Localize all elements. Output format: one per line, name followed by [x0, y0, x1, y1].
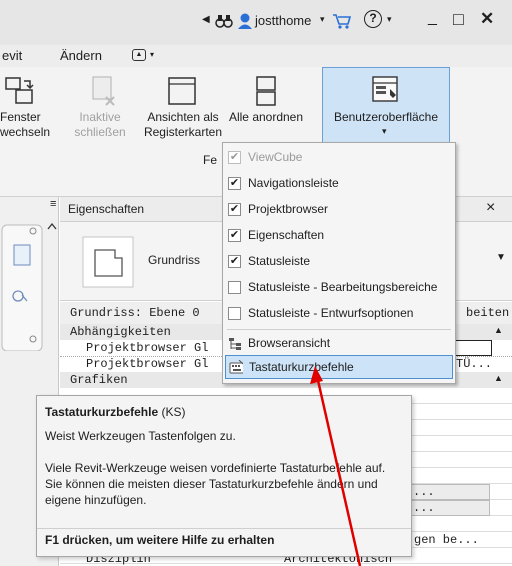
property-value-button[interactable]: ...	[410, 500, 490, 516]
tooltip-title-line: Tastaturkurzbefehle (KS)	[45, 404, 401, 420]
checkbox-unchecked-icon[interactable]	[228, 281, 241, 294]
tab-views-icon[interactable]	[166, 75, 198, 107]
maximize-button[interactable]: □	[453, 9, 464, 30]
checkbox-checked-icon[interactable]: ✔	[228, 151, 241, 164]
group-label-constraints: Abhängigkeiten	[70, 325, 171, 339]
menu-item-label: Statusleiste - Entwurfsoptionen	[248, 306, 414, 320]
menu-item-browseransicht[interactable]: Browseransicht	[223, 332, 455, 357]
tooltip-paragraph: Viele Revit-Werkzeuge weisen vordefinier…	[45, 461, 386, 507]
menu-item-label: Statusleiste	[248, 254, 311, 268]
menu-item-label: Tastaturkurzbefehle	[249, 360, 354, 374]
tooltip: Tastaturkurzbefehle (KS) Weist Werkzeuge…	[36, 395, 412, 557]
caret-left-icon[interactable]: ◀	[202, 14, 210, 25]
tooltip-separator	[37, 528, 411, 529]
user-name[interactable]: jostthome	[255, 13, 311, 28]
help-icon[interactable]: ?	[364, 10, 382, 28]
property-value-button[interactable]: ...	[410, 484, 490, 500]
property-value[interactable]: gen be...	[414, 533, 479, 547]
tooltip-help-hint: F1 drücken, um weitere Hilfe zu erhalten	[45, 533, 275, 547]
checkbox-unchecked-icon[interactable]	[228, 307, 241, 320]
menu-item-eigenschaften[interactable]: ✔ Eigenschaften	[223, 224, 455, 249]
menu-item-statusleiste[interactable]: ✔ Statusleiste	[223, 250, 455, 275]
type-name: Grundriss	[148, 253, 201, 267]
menu-separator	[227, 329, 451, 330]
close-inactive-icon	[92, 76, 115, 106]
checkbox-checked-icon[interactable]: ✔	[228, 203, 241, 216]
menu-item-label: ViewCube	[248, 150, 303, 164]
menu-item-projektbrowser[interactable]: ✔ Projektbrowser	[223, 198, 455, 223]
collapse-icon[interactable]: ▲	[494, 325, 503, 335]
checkbox-checked-icon[interactable]: ✔	[228, 255, 241, 268]
menu-item-label: Statusleiste - Bearbeitungsbereiche	[248, 280, 438, 294]
ribbon-panel-label: Fe	[203, 153, 218, 167]
edit-type-fragment[interactable]: beiten	[466, 306, 509, 320]
menu-item-label: Navigationsleiste	[248, 176, 339, 190]
checkbox-checked-icon[interactable]: ✔	[228, 229, 241, 242]
user-interface-dropdown-menu: ✔ ViewCube ✔ Navigationsleiste ✔ Projekt…	[222, 142, 456, 384]
instance-label: Grundriss: Ebene 0	[70, 306, 200, 320]
browser-tree-icon	[229, 338, 241, 350]
menu-item-tastaturkurzbefehle[interactable]: Tastaturkurzbefehle	[225, 355, 453, 379]
panel-toggle-dropdown-icon[interactable]: ▾	[150, 50, 154, 59]
tooltip-title: Tastaturkurzbefehle	[45, 405, 159, 419]
tile-views-label[interactable]: Alle anordnen	[226, 110, 306, 125]
menu-item-statusleiste-bearbeitungsbereiche[interactable]: Statusleiste - Bearbeitungsbereiche	[223, 276, 455, 301]
collapse-icon[interactable]: ▲	[494, 373, 503, 383]
property-value[interactable]: TÜ...	[456, 357, 492, 371]
tile-views-icon[interactable]	[255, 75, 277, 107]
close-inactive-label: Inaktive schließen	[74, 110, 126, 139]
help-dropdown-icon[interactable]: ▾	[387, 14, 392, 25]
menu-item-label: Eigenschaften	[248, 228, 325, 242]
group-label-graphics: Grafiken	[70, 373, 128, 387]
keyboard-icon	[229, 360, 243, 374]
properties-title: Eigenschaften	[68, 202, 145, 216]
property-label: Projektbrowser Gl	[86, 341, 209, 355]
title-bar: ◀ jostthome ▾ ? ▾ _ □ ✕	[0, 0, 512, 45]
floor-plan-type-icon	[82, 236, 134, 288]
type-dropdown-icon[interactable]: ▼	[496, 252, 506, 263]
menu-item-label: Projektbrowser	[248, 202, 329, 216]
minimize-button[interactable]: _	[428, 9, 437, 27]
menu-item-label: Browseransicht	[248, 336, 331, 350]
switch-windows-label[interactable]: Fenster wechseln	[0, 110, 60, 140]
panel-toggle-icon[interactable]: ▲	[132, 49, 146, 61]
user-dropdown-icon[interactable]: ▾	[320, 14, 325, 25]
user-interface-label: Benutzeroberfläche	[333, 110, 439, 124]
menu-bar: evit Ändern ▲ ▾	[0, 45, 512, 67]
checkbox-checked-icon[interactable]: ✔	[228, 177, 241, 190]
switch-windows-icon[interactable]	[2, 75, 36, 107]
property-label: Projektbrowser Gl	[86, 357, 209, 371]
panel-menu-icon[interactable]: ≡	[50, 198, 56, 210]
user-interface-dropdown-icon: ▾	[382, 126, 387, 136]
tab-views-label[interactable]: Ansichten als Registerkarten	[140, 110, 226, 140]
properties-close-button[interactable]: ×	[486, 199, 495, 217]
close-button[interactable]: ✕	[480, 9, 494, 29]
menu-item-navigationsleiste[interactable]: ✔ Navigationsleiste	[223, 172, 455, 197]
tooltip-shortcut: (KS)	[158, 405, 186, 419]
cart-icon[interactable]	[332, 12, 352, 30]
binoculars-icon[interactable]	[215, 13, 233, 29]
user-icon[interactable]	[237, 12, 253, 30]
menu-item-revit[interactable]: evit	[2, 48, 22, 63]
tooltip-description: Weist Werkzeugen Tastenfolgen zu.	[45, 429, 236, 443]
user-interface-icon	[372, 76, 398, 102]
menu-item-viewcube[interactable]: ✔ ViewCube	[223, 146, 455, 171]
menu-item-aendern[interactable]: Ändern	[60, 48, 102, 63]
menu-item-statusleiste-entwurfsoptionen[interactable]: Statusleiste - Entwurfsoptionen	[223, 302, 455, 327]
navigation-bar	[1, 222, 57, 351]
